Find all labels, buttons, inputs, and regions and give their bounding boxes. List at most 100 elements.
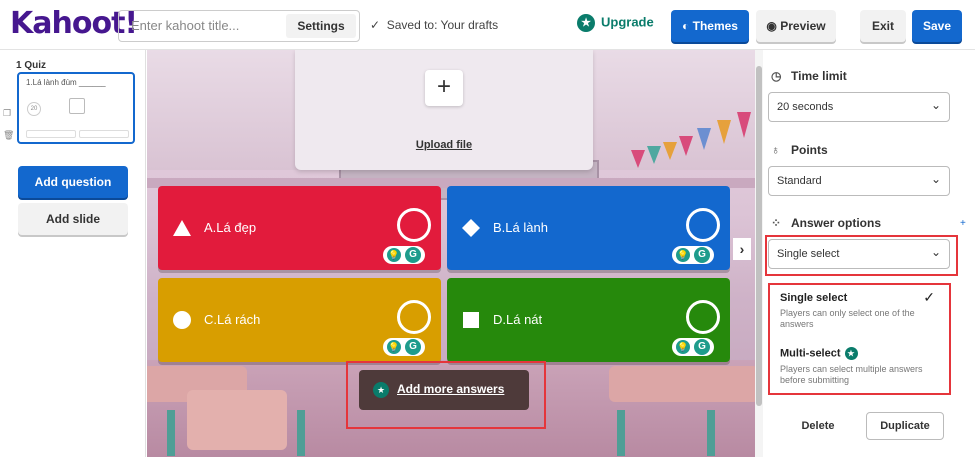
add-slide-button[interactable]: Add slide [18, 203, 128, 235]
option-title: Multi-select ★ [780, 347, 858, 360]
answer-tools: 💡 G [383, 246, 425, 264]
collapse-panel-chevron-icon[interactable]: › [733, 238, 751, 260]
answer-text[interactable]: D.Lá nát [493, 312, 542, 327]
lightbulb-icon[interactable]: 💡 [676, 340, 690, 354]
add-question-button[interactable]: Add question [18, 166, 128, 198]
points-select[interactable]: Standard ⌄ [768, 166, 950, 196]
answer-option-a[interactable]: A.Lá đẹp 💡 G [158, 186, 441, 270]
star-icon: ★ [373, 382, 389, 398]
expand-icon[interactable]: + [960, 218, 966, 229]
grid-icon: ⁘ [771, 216, 782, 230]
answer-tools: 💡 G [672, 246, 714, 264]
saved-text: Saved to: Your drafts [386, 18, 499, 32]
triangle-icon [173, 220, 191, 236]
option-single-select[interactable]: Single select ✓ Players can only select … [770, 285, 949, 335]
bunting-flag [663, 142, 677, 160]
slide-sidebar: 1 Quiz ❐ 🗑 1.Lá lành đùm ______ 20 Add q… [0, 50, 146, 457]
background-chair [187, 390, 287, 450]
settings-button[interactable]: Settings [286, 14, 356, 38]
check-icon: ✓ [370, 18, 381, 32]
duplicate-slide-icon[interactable]: ❐ [3, 108, 11, 119]
exit-button[interactable]: Exit [860, 10, 906, 42]
answer-tools: 💡 G [383, 338, 425, 356]
top-bar: Kahoot! Enter kahoot title... Settings ✓… [0, 0, 975, 50]
question-canvas: + Upload file A.Lá đẹp 💡 G B.Lá lành 💡 G… [147, 50, 755, 457]
bunting-flag [717, 120, 731, 144]
option-multi-select[interactable]: Multi-select ★ Players can select multipl… [770, 339, 949, 393]
circle-icon [173, 311, 191, 329]
time-limit-label: Time limit [791, 69, 847, 83]
answer-options-dropdown: Single select ✓ Players can only select … [768, 283, 951, 395]
bunting-flag [679, 136, 693, 156]
upgrade-link[interactable]: ★ Upgrade [577, 14, 654, 32]
add-more-answers-label: Add more answers [397, 382, 505, 396]
clock-icon: ◷ [771, 69, 782, 83]
duplicate-button[interactable]: Duplicate [866, 412, 944, 440]
chevron-down-icon: ⌄ [930, 172, 941, 186]
star-icon: ★ [577, 14, 595, 32]
time-limit-select[interactable]: 20 seconds ⌄ [768, 92, 950, 122]
answer-text[interactable]: C.Lá rách [204, 312, 260, 327]
background-desk-leg [167, 410, 175, 456]
grammarly-icon[interactable]: G [405, 339, 421, 355]
background-desk-leg [297, 410, 305, 456]
grammarly-icon[interactable]: G [694, 247, 710, 263]
answer-text[interactable]: A.Lá đẹp [204, 220, 256, 235]
answer-option-b[interactable]: B.Lá lành 💡 G [447, 186, 730, 270]
option-title: Single select [780, 292, 848, 304]
points-heading: ♁ Points [771, 143, 828, 157]
media-upload-area[interactable]: + Upload file [295, 50, 593, 170]
scrollbar-thumb[interactable] [756, 66, 762, 406]
lightbulb-icon[interactable]: 💡 [387, 248, 401, 262]
bunting-flag [631, 150, 645, 168]
option-description: Players can select multiple answers befo… [780, 364, 923, 385]
correct-answer-toggle[interactable] [397, 208, 431, 242]
points-value: Standard [777, 175, 822, 187]
thumbnail-answer [26, 130, 76, 138]
answer-options-heading: ⁘ Answer options [771, 216, 881, 230]
bunting-flag [647, 146, 661, 164]
thumbnail-title: 1.Lá lành đùm ______ [26, 78, 106, 87]
eye-icon: ◉ [766, 19, 777, 33]
palette-icon: ◐ [682, 19, 690, 33]
bunting-flag [697, 128, 711, 150]
slide-number-label: 1 Quiz [16, 60, 47, 71]
background-desk [609, 366, 755, 402]
themes-label: Themes [692, 19, 738, 33]
answer-text[interactable]: B.Lá lành [493, 220, 548, 235]
option-description: Players can only select one of the answe… [780, 308, 915, 329]
themes-button[interactable]: ◐ Themes [671, 10, 749, 42]
title-input[interactable]: Enter kahoot title... [131, 18, 239, 33]
grammarly-icon[interactable]: G [694, 339, 710, 355]
answer-option-d[interactable]: D.Lá nát 💡 G [447, 278, 730, 362]
medal-icon: ♁ [771, 143, 780, 157]
correct-answer-toggle[interactable] [397, 300, 431, 334]
thumbnail-timer: 20 [27, 102, 41, 116]
background-desk-leg [707, 410, 715, 456]
slide-thumbnail[interactable]: 1.Lá lành đùm ______ 20 [17, 72, 135, 144]
correct-answer-toggle[interactable] [686, 300, 720, 334]
thumbnail-answer [79, 130, 129, 138]
upload-file-link[interactable]: Upload file [295, 139, 593, 151]
title-field[interactable]: Enter kahoot title... Settings [118, 10, 360, 42]
highlight-box [765, 235, 958, 276]
lightbulb-icon[interactable]: 💡 [387, 340, 401, 354]
points-label: Points [791, 143, 828, 157]
square-icon [463, 312, 479, 328]
correct-answer-toggle[interactable] [686, 208, 720, 242]
trash-icon[interactable]: 🗑 [3, 130, 14, 141]
upgrade-label: Upgrade [601, 14, 654, 30]
bunting-flag [737, 112, 751, 138]
save-button[interactable]: Save [912, 10, 962, 42]
lightbulb-icon[interactable]: 💡 [676, 248, 690, 262]
preview-button[interactable]: ◉ Preview [756, 10, 836, 42]
diamond-icon [462, 219, 480, 237]
add-more-answers-button[interactable]: ★ Add more answers [359, 370, 529, 410]
plus-icon[interactable]: + [425, 70, 463, 106]
delete-button[interactable]: Delete [793, 412, 843, 440]
grammarly-icon[interactable]: G [405, 247, 421, 263]
time-limit-value: 20 seconds [777, 101, 834, 113]
answer-option-c[interactable]: C.Lá rách 💡 G [158, 278, 441, 362]
background-desk-leg [617, 410, 625, 456]
chevron-down-icon: ⌄ [930, 98, 941, 112]
